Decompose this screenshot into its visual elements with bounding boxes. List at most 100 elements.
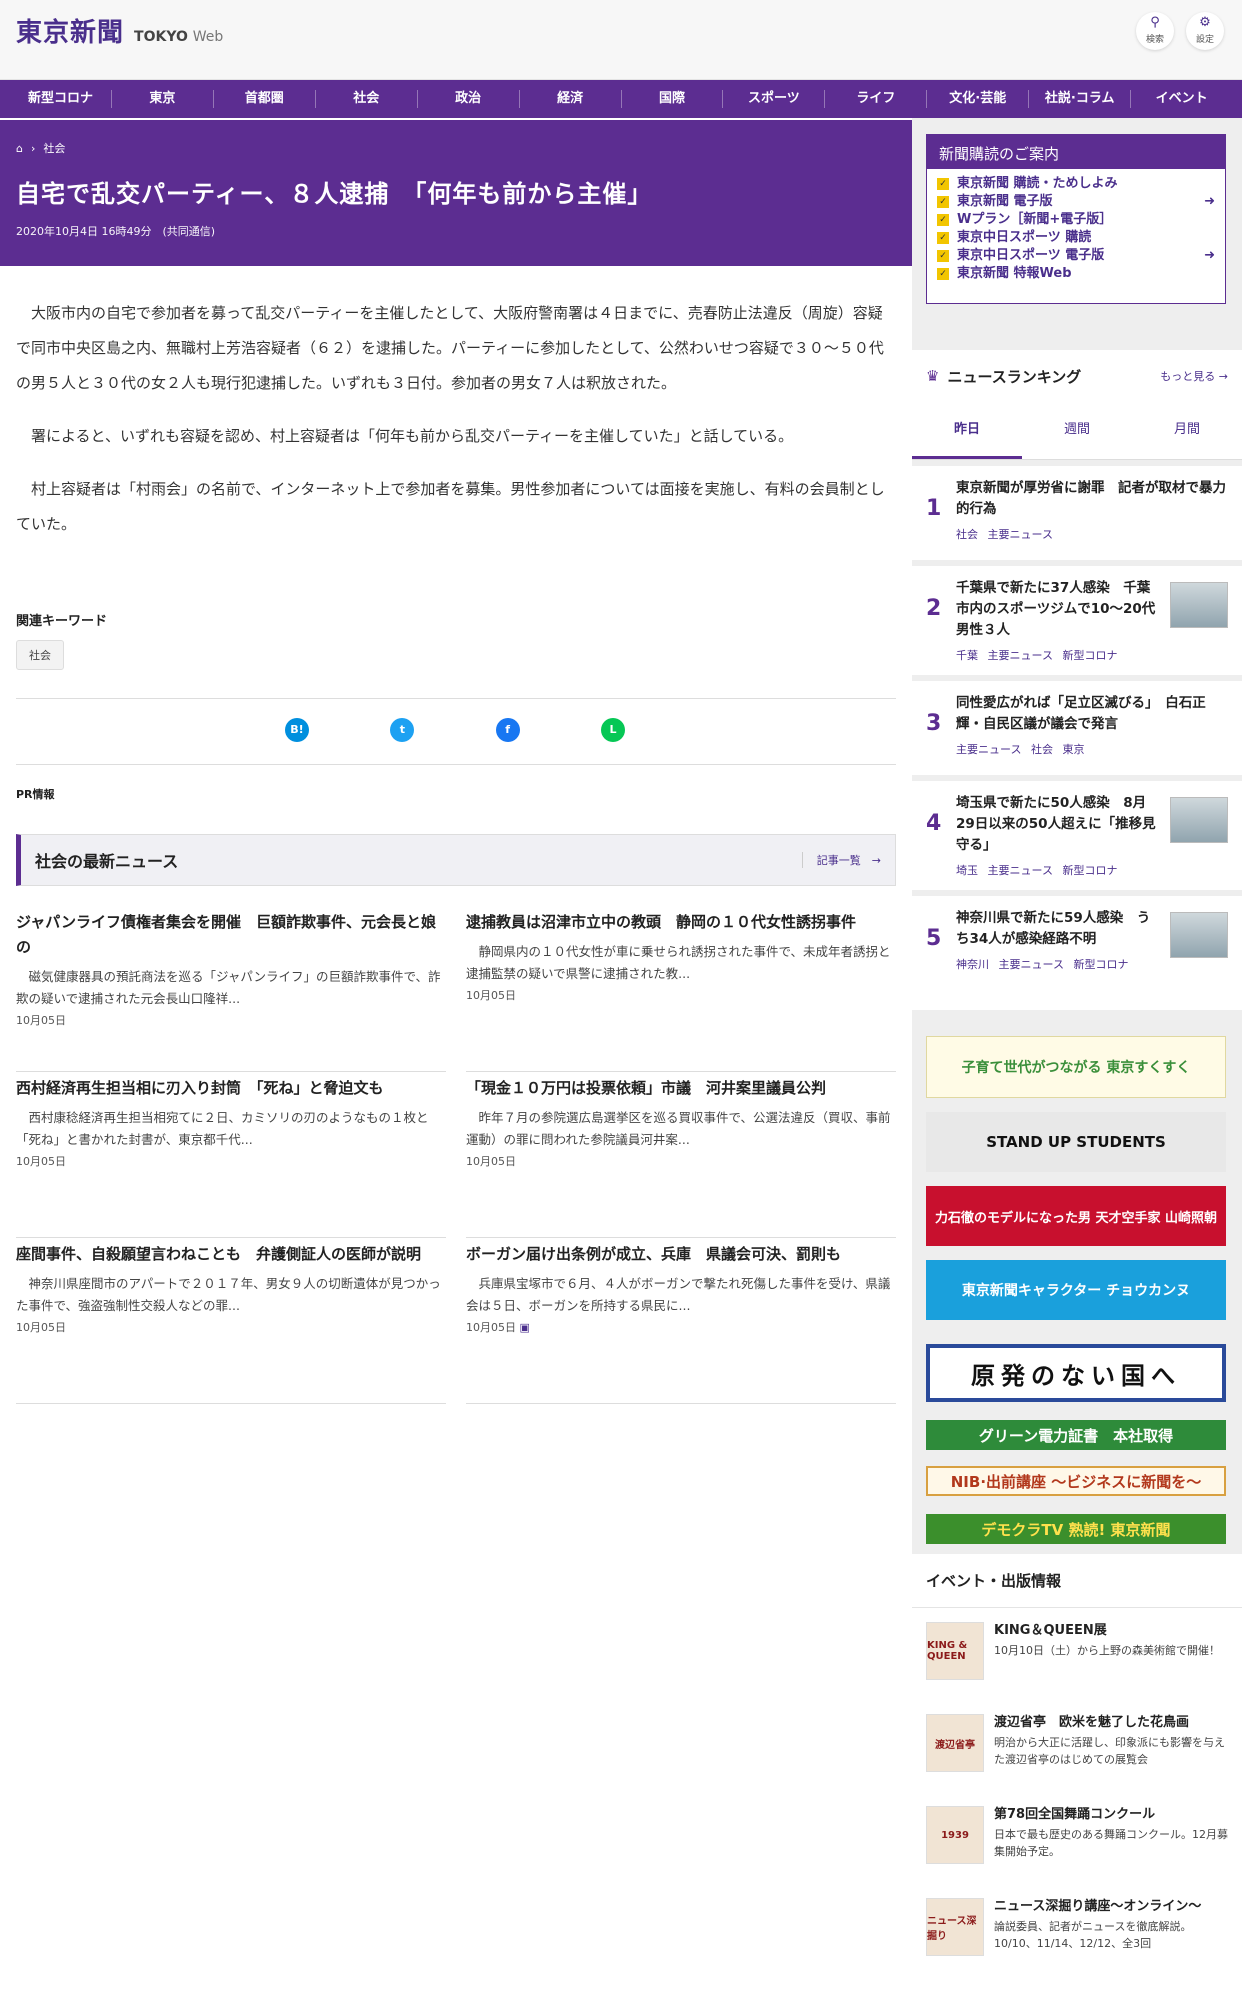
news-title[interactable]: ボーガン届け出条例が成立、兵庫 県議会可決、罰則も bbox=[466, 1242, 896, 1267]
news-title[interactable]: 「現金１０万円は投票依頼」市議 河井案里議員公判 bbox=[466, 1076, 896, 1101]
nav-item-society[interactable]: 社会 bbox=[316, 90, 418, 108]
nav-item-sports[interactable]: スポーツ bbox=[723, 90, 826, 108]
nav-item-culture[interactable]: 文化·芸能 bbox=[927, 90, 1030, 108]
ranking-item-title[interactable]: 神奈川県で新たに59人感染 うち34人が感染経路不明 bbox=[956, 908, 1158, 950]
tab-weekly[interactable]: 週間 bbox=[1022, 402, 1132, 459]
nav-item-politics[interactable]: 政治 bbox=[418, 90, 520, 108]
nav-item-international[interactable]: 国際 bbox=[622, 90, 724, 108]
ranking-number: 4 bbox=[926, 811, 942, 836]
ranking-thumbnail[interactable] bbox=[1170, 582, 1228, 628]
news-card[interactable]: 座間事件、自殺願望言わねことも 弁護側証人の医師が説明 神奈川県座間市のアパート… bbox=[16, 1238, 446, 1404]
logo-web: Web bbox=[192, 29, 224, 45]
login-icon[interactable]: ➜ bbox=[1204, 193, 1215, 211]
news-date: 10月05日 ▣ bbox=[466, 1319, 896, 1335]
subscription-item[interactable]: ✓ Wプラン［新聞+電子版］ bbox=[937, 211, 1215, 229]
event-item[interactable]: KING & QUEEN KING＆QUEEN展 10月10日（土）から上野の森… bbox=[912, 1608, 1242, 1700]
banner-yamazaki[interactable]: 力石徹のモデルになった男 天才空手家 山崎照朝 bbox=[926, 1186, 1226, 1246]
ranking-thumbnail[interactable] bbox=[1170, 797, 1228, 843]
ranking-item-title[interactable]: 埼玉県で新たに50人感染 8月29日以来の50人超えに「推移見守る」 bbox=[956, 793, 1158, 856]
event-image[interactable]: 1939 bbox=[926, 1806, 984, 1864]
breadcrumb-separator: › bbox=[30, 141, 36, 155]
banner-no-nuclear[interactable]: 原発のない国へ bbox=[926, 1344, 1226, 1402]
nav-item-corona[interactable]: 新型コロナ bbox=[10, 90, 112, 108]
subscription-box: 新聞購読のご案内 ✓ 東京新聞 購読・ためしよみ ✓ 東京新聞 電子版 ➜ ✓ Wプラン… bbox=[926, 134, 1226, 304]
ranking-text: 埼玉県で新たに50人感染 8月29日以来の50人超えに「推移見守る」 埼玉 主要… bbox=[956, 793, 1158, 878]
news-card[interactable]: ジャパンライフ債権者集会を開催 巨額詐欺事件、元会長と娘の 磁気健康器具の預託商… bbox=[16, 906, 446, 1072]
event-image[interactable]: ニュース深掘り bbox=[926, 1898, 984, 1956]
ranking-item-tags[interactable]: 千葉 主要ニュース 新型コロナ bbox=[956, 647, 1158, 663]
ranking-thumbnail[interactable] bbox=[1170, 912, 1228, 958]
event-image[interactable]: KING & QUEEN bbox=[926, 1622, 984, 1680]
ranking-item[interactable]: 4 埼玉県で新たに50人感染 8月29日以来の50人超えに「推移見守る」 埼玉 … bbox=[912, 781, 1242, 890]
line-icon[interactable]: L bbox=[600, 718, 625, 742]
twitter-icon[interactable]: t bbox=[390, 718, 415, 742]
facebook-icon[interactable]: f bbox=[495, 718, 520, 742]
latest-news-header: 社会の最新ニュース 記事一覧 → bbox=[16, 834, 896, 886]
article-paragraph: 大阪市内の自宅で参加者を募って乱交パーティーを主催したとして、大阪府警南署は４日… bbox=[16, 304, 884, 392]
logo-tokyo: TOKYO bbox=[134, 29, 188, 45]
event-item[interactable]: ニュース深掘り ニュース深掘り講座～オンライン～ 論説委員、記者がニュースを徹底… bbox=[912, 1884, 1242, 1976]
news-date: 10月05日 bbox=[466, 1155, 516, 1168]
ranking-item-tags[interactable]: 神奈川 主要ニュース 新型コロナ bbox=[956, 956, 1158, 972]
keyword-tag[interactable]: 社会 bbox=[16, 640, 64, 670]
ranking-item[interactable]: 1 東京新聞が厚労省に謝罪 記者が取材で暴力的行為 社会 主要ニュース bbox=[912, 466, 1242, 560]
banner-green-power[interactable]: グリーン電力証書 本社取得 bbox=[926, 1420, 1226, 1450]
settings-label: 設定 bbox=[1195, 35, 1214, 45]
nav-item-life[interactable]: ライフ bbox=[825, 90, 928, 108]
news-title[interactable]: 座間事件、自殺願望言わねことも 弁護側証人の医師が説明 bbox=[16, 1242, 446, 1267]
subscription-item[interactable]: ✓ 東京中日スポーツ 購読 bbox=[937, 229, 1215, 247]
subscription-item[interactable]: ✓ 東京新聞 電子版 ➜ bbox=[937, 193, 1215, 211]
hatena-bookmark-icon[interactable]: B! bbox=[285, 718, 309, 742]
settings-button[interactable]: ⚙ 設定 bbox=[1186, 12, 1224, 50]
news-card[interactable]: 逮捕教員は沼津市立中の教頭 静岡の１０代女性誘拐事件 静岡県内の１０代女性が車に… bbox=[466, 906, 896, 1072]
news-date: 10月05日 bbox=[466, 989, 516, 1002]
tab-monthly[interactable]: 月間 bbox=[1132, 402, 1242, 459]
event-title[interactable]: 渡辺省亭 欧米を魅了した花鳥画 bbox=[994, 1714, 1228, 1732]
banner-choukannu[interactable]: 東京新聞キャラクター チョウカンヌ bbox=[926, 1260, 1226, 1320]
subscription-item[interactable]: ✓ 東京新聞 特報Web bbox=[937, 265, 1215, 283]
breadcrumb-section[interactable]: 社会 bbox=[43, 140, 65, 156]
subscription-item[interactable]: ✓ 東京中日スポーツ 電子版 ➜ bbox=[937, 247, 1215, 265]
banner-democra-tv[interactable]: デモクラTV 熟読! 東京新聞 bbox=[926, 1514, 1226, 1544]
article-list-link[interactable]: 記事一覧 → bbox=[801, 852, 881, 868]
event-title[interactable]: ニュース深掘り講座～オンライン～ bbox=[994, 1898, 1228, 1916]
ranking-item[interactable]: 3 同性愛広がれば「足立区滅びる」 白石正輝・自民区議が議会で発言 主要ニュース… bbox=[912, 681, 1242, 775]
keywords-title: 関連キーワード bbox=[16, 614, 108, 629]
news-title[interactable]: 西村経済再生担当相に刃入り封筒 「死ね」と脅迫文も bbox=[16, 1076, 446, 1101]
event-title[interactable]: 第78回全国舞踊コンクール bbox=[994, 1806, 1228, 1824]
site-logo[interactable]: 東京新聞 TOKYO Web bbox=[16, 12, 223, 49]
nav-item-economy[interactable]: 経済 bbox=[520, 90, 622, 108]
nav-item-tokyo[interactable]: 東京 bbox=[112, 90, 214, 108]
news-card[interactable]: 「現金１０万円は投票依頼」市議 河井案里議員公判 昨年７月の参院選広島選挙区を巡… bbox=[466, 1072, 896, 1238]
ranking-item-tags[interactable]: 埼玉 主要ニュース 新型コロナ bbox=[956, 862, 1158, 878]
banner-stand-up-students[interactable]: STAND UP STUDENTS bbox=[926, 1112, 1226, 1172]
login-icon[interactable]: ➜ bbox=[1204, 247, 1215, 265]
news-title[interactable]: 逮捕教員は沼津市立中の教頭 静岡の１０代女性誘拐事件 bbox=[466, 910, 896, 935]
ranking-item-tags[interactable]: 社会 主要ニュース bbox=[956, 526, 1228, 542]
event-title[interactable]: KING＆QUEEN展 bbox=[994, 1622, 1220, 1640]
ranking-item-tags[interactable]: 主要ニュース 社会 東京 bbox=[956, 741, 1228, 757]
event-image[interactable]: 渡辺省亭 bbox=[926, 1714, 984, 1772]
ranking-item-title[interactable]: 同性愛広がれば「足立区滅びる」 白石正輝・自民区議が議会で発言 bbox=[956, 693, 1228, 735]
banner-sukusuku[interactable]: 子育て世代がつながる 東京すくすく bbox=[926, 1036, 1226, 1098]
nav-item-editorial[interactable]: 社説·コラム bbox=[1029, 90, 1132, 108]
banner-nib[interactable]: NIB·出前講座 ～ビジネスに新聞を～ bbox=[926, 1466, 1226, 1496]
event-item[interactable]: 1939 第78回全国舞踊コンクール 日本で最も歴史のある舞踊コンクール。12月… bbox=[912, 1792, 1242, 1884]
event-item[interactable]: 渡辺省亭 渡辺省亭 欧米を魅了した花鳥画 明治から大正に活躍し、印象派にも影響を… bbox=[912, 1700, 1242, 1792]
search-button[interactable]: ⚲ 検索 bbox=[1136, 12, 1174, 50]
ranking-text: 神奈川県で新たに59人感染 うち34人が感染経路不明 神奈川 主要ニュース 新型… bbox=[956, 908, 1158, 972]
nav-item-events[interactable]: イベント bbox=[1131, 90, 1232, 108]
tab-yesterday[interactable]: 昨日 bbox=[912, 402, 1022, 459]
ranking-more-link[interactable]: もっと見る → bbox=[1160, 368, 1228, 384]
news-date: 10月05日 bbox=[16, 1014, 66, 1027]
home-icon[interactable]: ⌂ bbox=[16, 142, 23, 155]
ranking-item[interactable]: 5 神奈川県で新たに59人感染 うち34人が感染経路不明 神奈川 主要ニュース … bbox=[912, 896, 1242, 990]
news-card[interactable]: ボーガン届け出条例が成立、兵庫 県議会可決、罰則も 兵庫県宝塚市で６月、４人がボ… bbox=[466, 1238, 896, 1404]
news-title[interactable]: ジャパンライフ債権者集会を開催 巨額詐欺事件、元会長と娘の bbox=[16, 910, 446, 960]
ranking-item-title[interactable]: 千葉県で新たに37人感染 千葉市内のスポーツジムで10～20代男性３人 bbox=[956, 578, 1158, 641]
subscription-item[interactable]: ✓ 東京新聞 購読・ためしよみ bbox=[937, 175, 1215, 193]
nav-item-metro[interactable]: 首都圏 bbox=[214, 90, 316, 108]
ranking-item[interactable]: 2 千葉県で新たに37人感染 千葉市内のスポーツジムで10～20代男性３人 千葉… bbox=[912, 566, 1242, 675]
ranking-item-title[interactable]: 東京新聞が厚労省に謝罪 記者が取材で暴力的行為 bbox=[956, 478, 1228, 520]
news-card[interactable]: 西村経済再生担当相に刃入り封筒 「死ね」と脅迫文も 西村康稔経済再生担当相宛てに… bbox=[16, 1072, 446, 1238]
